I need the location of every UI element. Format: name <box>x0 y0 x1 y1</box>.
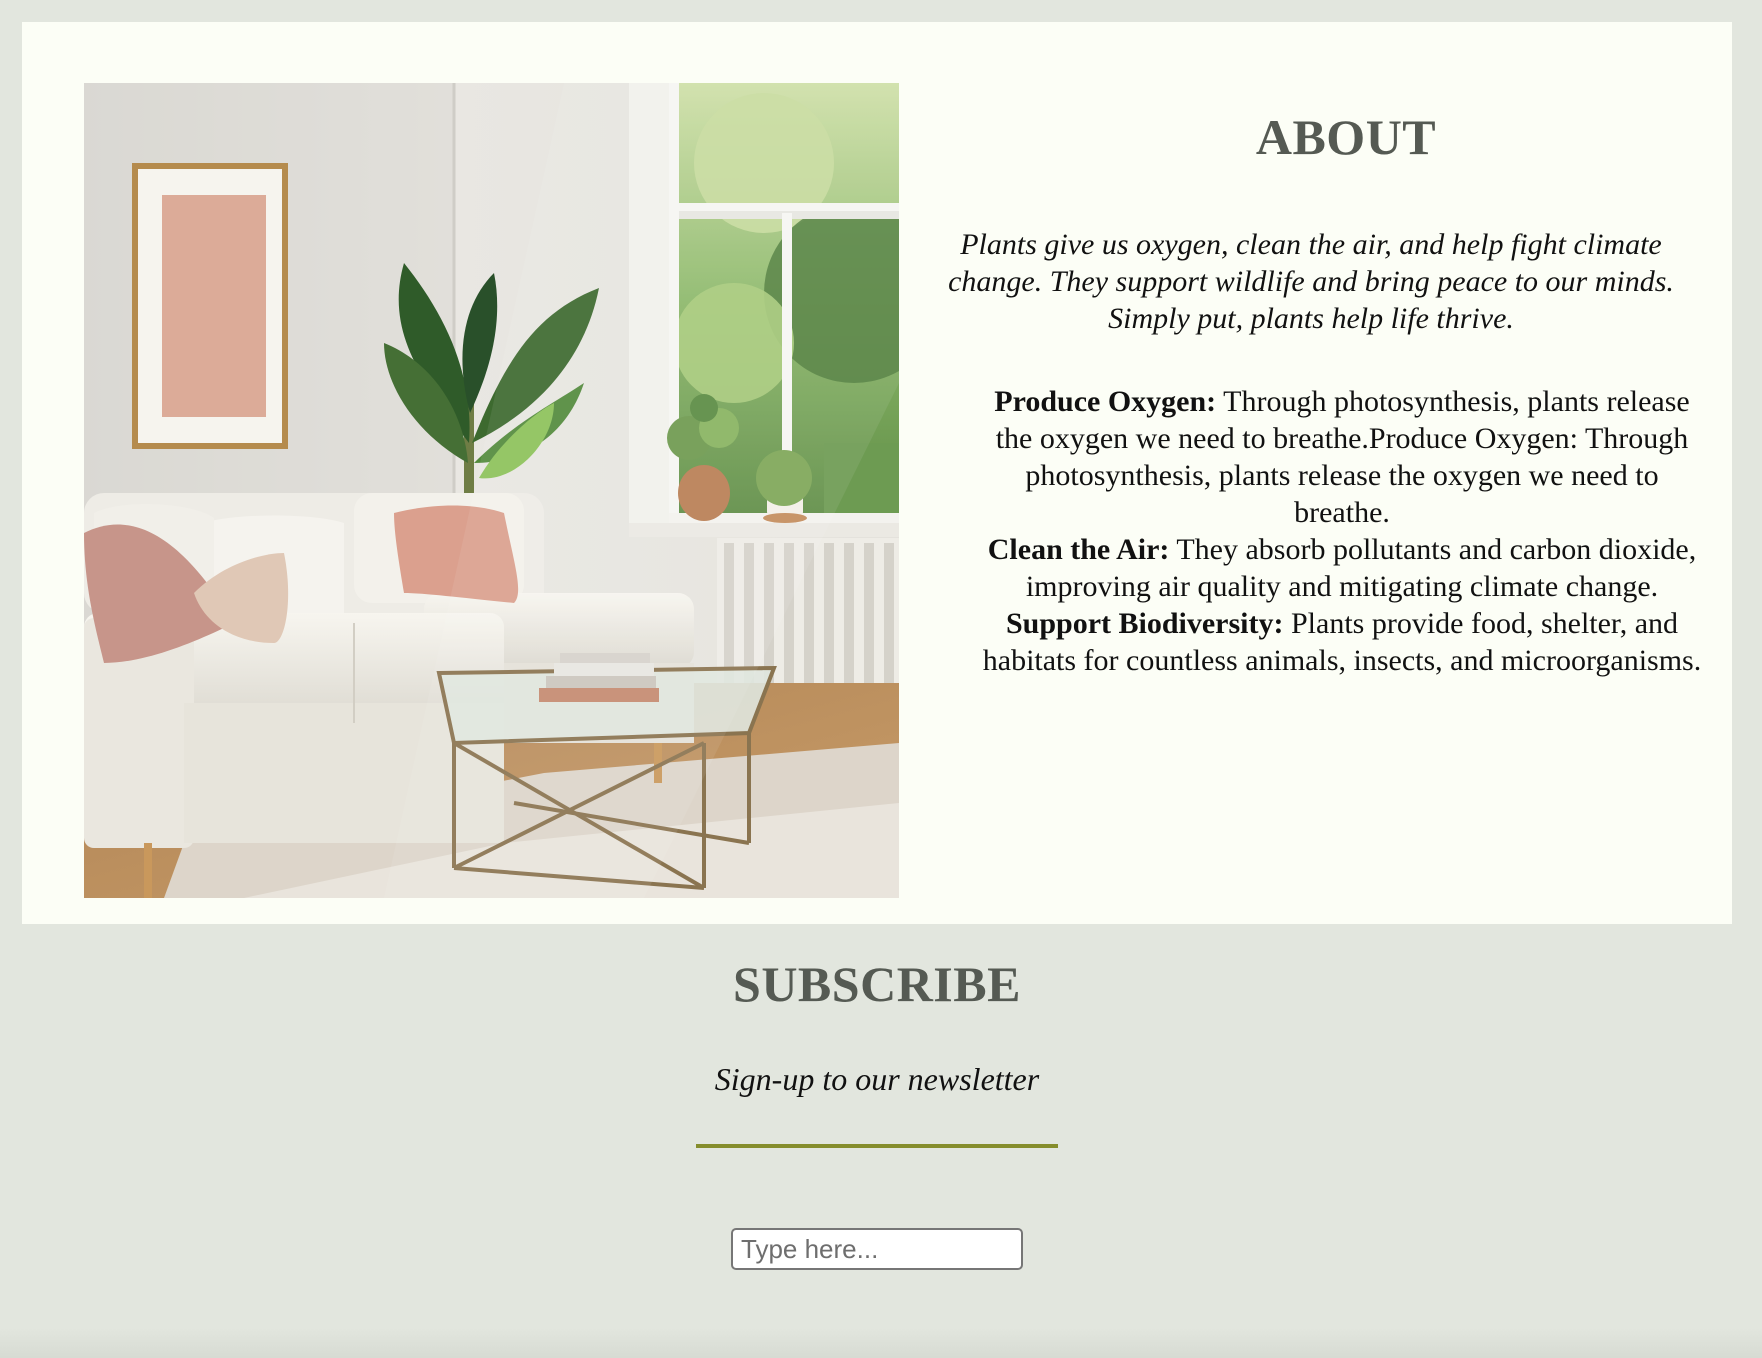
benefits-list: Produce Oxygen: Through photosynthesis, … <box>946 383 1706 679</box>
subscribe-subtitle: Sign-up to our newsletter <box>714 1061 1040 1097</box>
benefit-heading: Support Biodiversity: <box>1005 607 1284 640</box>
subscribe-title: SUBSCRIBE <box>733 956 1021 1012</box>
bottom-shadow <box>0 1328 1762 1358</box>
about-intro: Plants give us oxygen, clean the air, an… <box>948 228 1674 335</box>
benefit-heading: Clean the Air: <box>987 533 1170 566</box>
divider-line <box>696 1144 1058 1148</box>
benefit-heading: Produce Oxygen: <box>994 385 1217 418</box>
newsletter-input[interactable] <box>731 1228 1023 1270</box>
about-text-column: ABOUT Plants give us oxygen, clean the a… <box>946 108 1706 679</box>
about-title: ABOUT <box>1255 109 1437 165</box>
subscribe-section: SUBSCRIBE Sign-up to our newsletter <box>0 955 1754 1270</box>
about-section: ABOUT Plants give us oxygen, clean the a… <box>22 22 1732 924</box>
living-room-image <box>84 83 899 898</box>
